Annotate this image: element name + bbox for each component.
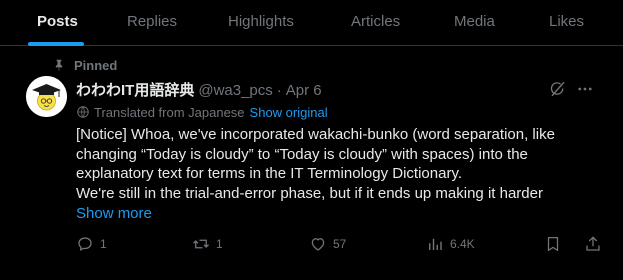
active-tab-indicator xyxy=(28,42,84,46)
avatar[interactable] xyxy=(26,76,67,117)
avatar-graduation-face-icon xyxy=(26,76,67,117)
show-original-link[interactable]: Show original xyxy=(250,105,328,120)
handle[interactable]: @wa3_pcs xyxy=(198,82,272,99)
post-text-line: We're still in the trial-and-error phase… xyxy=(76,184,543,202)
like-icon xyxy=(311,238,325,251)
tab-articles[interactable]: Articles xyxy=(351,0,400,46)
views-button[interactable]: 6.4K xyxy=(426,234,475,254)
bookmark-button[interactable] xyxy=(544,234,562,254)
post-date[interactable]: Apr 6 xyxy=(286,82,322,99)
share-icon xyxy=(586,236,600,251)
reply-button[interactable]: 1 xyxy=(76,234,107,254)
post-text-line: [Notice] Whoa, we've incorporated wakach… xyxy=(76,126,555,143)
pinned-post[interactable]: Pinned わわわIT用語辞典 @wa3_pcs · Apr 6 Transl… xyxy=(0,47,623,280)
tab-likes[interactable]: Likes xyxy=(549,0,584,46)
views-icon xyxy=(429,238,442,250)
tab-media[interactable]: Media xyxy=(454,0,495,46)
translate-icon xyxy=(77,106,89,118)
tab-posts[interactable]: Posts xyxy=(37,0,78,46)
repost-icon xyxy=(193,239,209,249)
profile-tabs: Posts Replies Highlights Articles Media … xyxy=(0,0,623,46)
tab-replies[interactable]: Replies xyxy=(127,0,177,46)
tab-highlights[interactable]: Highlights xyxy=(228,0,294,46)
post-header: わわわIT用語辞典 @wa3_pcs · Apr 6 xyxy=(76,79,322,99)
views-count: 6.4K xyxy=(450,237,475,251)
pin-icon xyxy=(55,59,63,71)
reply-count: 1 xyxy=(100,237,107,251)
post-text-line: changing “Today is cloudy” to “Today is … xyxy=(76,145,528,163)
like-count: 57 xyxy=(333,237,347,251)
like-button[interactable]: 57 xyxy=(309,234,346,254)
display-name[interactable]: わわわIT用語辞典 xyxy=(76,79,194,100)
post-actions: 1 1 57 6.4K xyxy=(0,232,623,258)
post-text: [Notice] Whoa, we've incorporated wakach… xyxy=(76,125,596,203)
translation-notice: Translated from Japanese Show original xyxy=(76,104,328,120)
pinned-label: Pinned xyxy=(74,57,118,73)
grok-icon[interactable] xyxy=(549,80,567,98)
show-more-link[interactable]: Show more xyxy=(76,205,152,222)
separator-dot: · xyxy=(276,82,282,99)
repost-button[interactable]: 1 xyxy=(192,234,223,254)
post-text-line: explanatory text for terms in the IT Ter… xyxy=(76,165,462,182)
bookmark-icon xyxy=(547,236,559,252)
more-icon[interactable] xyxy=(576,80,594,98)
translated-from-label: Translated from Japanese xyxy=(94,104,245,120)
repost-count: 1 xyxy=(216,237,223,251)
pinned-indicator: Pinned xyxy=(52,57,117,73)
share-button[interactable] xyxy=(584,234,602,254)
reply-icon xyxy=(78,237,92,251)
